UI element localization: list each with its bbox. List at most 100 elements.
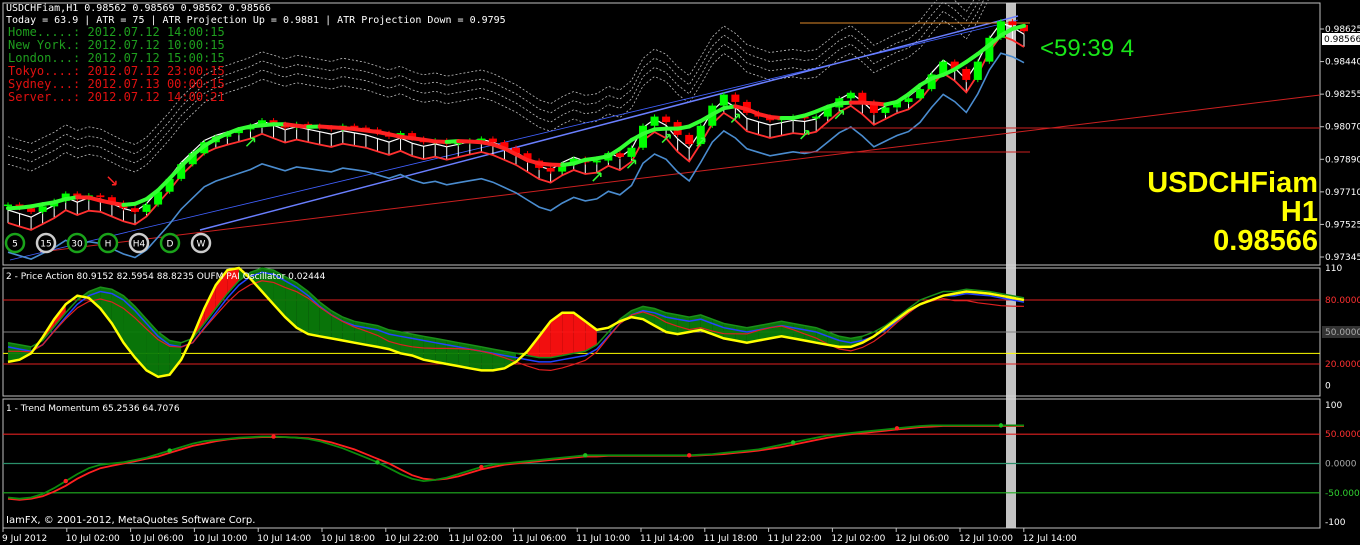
candle xyxy=(650,116,659,126)
timeframe-button-15[interactable]: 15 xyxy=(35,232,57,254)
big-price-label: 0.98566 xyxy=(1213,225,1318,257)
price-tick-label: 0.98255 xyxy=(1325,90,1360,100)
time-tick-label: 12 Jul 02:00 xyxy=(831,534,885,544)
big-timeframe-label: H1 xyxy=(1280,196,1318,228)
candle xyxy=(962,68,971,80)
candle xyxy=(131,208,139,212)
candle xyxy=(685,134,694,145)
price-axis: 0.986250.984400.982550.980700.978900.977… xyxy=(1320,25,1360,528)
time-axis: 9 Jul 2012 10 Jul 02:00 10 Jul 06:00 10 Jul… xyxy=(2,528,1077,544)
candle xyxy=(488,138,497,143)
candle xyxy=(142,204,151,212)
time-tick-label: 11 Jul 02:00 xyxy=(449,534,503,544)
time-tick-label: 12 Jul 14:00 xyxy=(1023,534,1077,544)
time-tick-label: 11 Jul 10:00 xyxy=(576,534,630,544)
candle xyxy=(96,195,105,198)
candle xyxy=(592,160,601,163)
oscillator-fill xyxy=(469,344,482,371)
oscillator-fill xyxy=(492,349,505,371)
candle xyxy=(27,208,36,212)
osc-tick-label: 20.0000 xyxy=(1325,360,1360,370)
current-bar-highlight xyxy=(1006,3,1016,528)
time-tick-label: 11 Jul 06:00 xyxy=(512,534,566,544)
time-tick-label: 10 Jul 18:00 xyxy=(321,534,375,544)
candle xyxy=(662,116,671,123)
candle xyxy=(881,107,890,113)
time-tick-label: 12 Jul 10:00 xyxy=(959,534,1013,544)
symbol-info: USDCHFiam,H1 0.98562 0.98569 0.98562 0.9… xyxy=(6,3,271,14)
price-tick-label: 0.98440 xyxy=(1325,58,1360,68)
oscillator-fill xyxy=(400,332,413,356)
candle-timer: <59:39 4 xyxy=(1040,35,1135,62)
copyright: IamFX, © 2001-2012, MetaQuotes Software … xyxy=(6,515,256,526)
oscillator-fill xyxy=(354,321,366,345)
timeframe-button-label: H4 xyxy=(133,240,146,250)
time-tick-label: 11 Jul 14:00 xyxy=(640,534,694,544)
momentum-dot xyxy=(479,464,484,470)
big-symbol-label: USDCHFiam xyxy=(1147,167,1318,199)
price-tick-label: 0.97345 xyxy=(1325,253,1360,263)
osc-tick-label: 50.0000 xyxy=(1325,328,1360,338)
timeframe-button-label: D xyxy=(167,240,174,250)
price-tick-label: 0.98070 xyxy=(1325,123,1360,133)
momentum-dot xyxy=(271,434,276,439)
momentum-dot xyxy=(894,426,900,431)
momentum-dot xyxy=(375,460,380,465)
momentum-tick-label: 100 xyxy=(1325,401,1342,411)
oscillator-fill xyxy=(435,338,447,364)
price-tick-label: 0.97890 xyxy=(1325,155,1360,165)
time-tick-label: 10 Jul 02:00 xyxy=(66,534,120,544)
candle xyxy=(973,61,982,80)
candle xyxy=(904,98,913,102)
candle xyxy=(546,167,555,172)
candle xyxy=(916,89,925,99)
time-tick-label: 11 Jul 18:00 xyxy=(704,534,758,544)
session-clock: Server...: 2012.07.12 14:00:21 xyxy=(8,90,225,104)
timeframe-button-label: 5 xyxy=(12,240,18,250)
candle xyxy=(38,206,47,212)
momentum-dot xyxy=(167,448,172,453)
momentum-dot xyxy=(63,478,68,484)
timeframe-button-label: H xyxy=(105,240,112,250)
time-tick-label: 10 Jul 22:00 xyxy=(385,534,439,544)
osc-tick-label: 80.0000 xyxy=(1325,296,1360,306)
candle xyxy=(1008,21,1017,25)
momentum-dot xyxy=(790,440,796,445)
time-tick-label: 11 Jul 22:00 xyxy=(768,534,822,544)
timeframe-button-label: W xyxy=(197,240,206,250)
timeframe-button-h4[interactable]: H4 xyxy=(128,232,150,254)
price-tick-label: 0.97710 xyxy=(1325,188,1360,198)
momentum-tick-label: 0.0000 xyxy=(1325,460,1357,470)
current-price-label: 0.98566 xyxy=(1324,35,1360,45)
price-action-title: 2 - Price Action 80.9152 82.5954 88.8235… xyxy=(6,272,326,282)
candle xyxy=(731,94,740,102)
oscillator-fill xyxy=(481,346,493,371)
candle xyxy=(615,153,624,157)
time-tick-label: 10 Jul 14:00 xyxy=(257,534,311,544)
candle xyxy=(812,116,821,119)
candle xyxy=(627,147,636,157)
session-clock-list: Home.....: 2012.07.12 14:00:15 New York.:… xyxy=(8,26,225,104)
osc-tick-label: 110 xyxy=(1325,264,1342,274)
timeframe-button-d[interactable]: D xyxy=(159,232,181,254)
timeframe-button-30[interactable]: 30 xyxy=(66,232,88,254)
time-tick-label: 10 Jul 06:00 xyxy=(130,534,184,544)
candle xyxy=(846,92,855,99)
osc-tick-label: 0 xyxy=(1325,381,1331,391)
timeframe-button-h[interactable]: H xyxy=(97,232,119,254)
timeframe-button-label: 30 xyxy=(71,240,83,250)
candle xyxy=(858,92,867,102)
momentum-dot xyxy=(583,453,588,458)
time-tick-label: 10 Jul 10:00 xyxy=(193,534,247,544)
oscillator-fill xyxy=(562,312,574,356)
momentum-tick-label: 50.0000 xyxy=(1325,430,1360,440)
candle xyxy=(4,204,12,207)
time-tick-label: 12 Jul 06:00 xyxy=(895,534,949,544)
momentum-dot xyxy=(686,453,692,458)
timeframe-button-label: 15 xyxy=(40,240,51,250)
candle xyxy=(719,94,728,106)
trend-momentum-title: 1 - Trend Momentum 65.2536 64.7076 xyxy=(6,404,180,414)
timeframe-button-w[interactable]: W xyxy=(190,232,212,254)
timeframe-button-5[interactable]: 5 xyxy=(4,232,26,254)
momentum-tick-label: -100 xyxy=(1325,518,1346,528)
